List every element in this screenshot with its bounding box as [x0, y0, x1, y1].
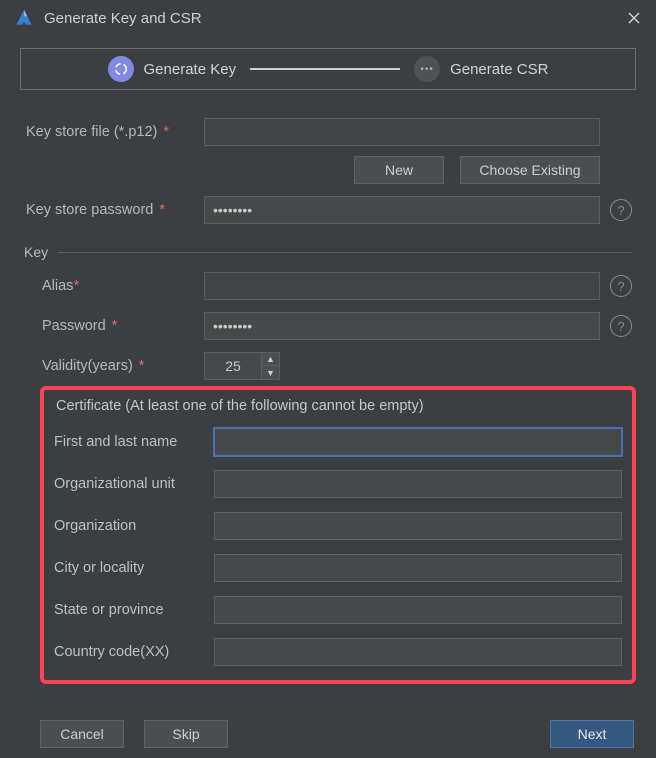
first-last-name-input[interactable] — [214, 428, 622, 456]
wizard-stepper: Generate Key ••• Generate CSR — [20, 48, 636, 90]
label-validity: Validity(years)* — [24, 358, 204, 374]
org-input[interactable] — [214, 512, 622, 540]
label-password: Password* — [24, 318, 204, 334]
key-section-label: Key — [24, 244, 48, 260]
next-button[interactable]: Next — [550, 720, 634, 748]
step-2-label: Generate CSR — [450, 61, 548, 78]
step-generate-key: Generate Key — [108, 56, 237, 82]
cancel-button[interactable]: Cancel — [40, 720, 124, 748]
label-first-last: First and last name — [54, 434, 214, 450]
spin-down-icon[interactable]: ▼ — [262, 366, 279, 379]
label-state: State or province — [54, 602, 214, 618]
row-city: City or locality — [54, 554, 622, 582]
row-validity: Validity(years)* ▲ ▼ — [24, 352, 632, 380]
password-input[interactable] — [204, 312, 600, 340]
label-keystore-password: Key store password* — [24, 202, 204, 218]
country-code-input[interactable] — [214, 638, 622, 666]
dialog-title: Generate Key and CSR — [44, 10, 622, 27]
spin-up-icon[interactable]: ▲ — [262, 353, 279, 366]
label-city: City or locality — [54, 560, 214, 576]
city-input[interactable] — [214, 554, 622, 582]
row-org: Organization — [54, 512, 622, 540]
help-icon[interactable]: ? — [610, 275, 632, 297]
row-org-unit: Organizational unit — [54, 470, 622, 498]
step-connector — [250, 68, 400, 70]
certificate-title: Certificate (At least one of the followi… — [56, 398, 622, 414]
step-1-icon — [108, 56, 134, 82]
titlebar: Generate Key and CSR — [0, 0, 656, 34]
label-org-unit: Organizational unit — [54, 476, 214, 492]
row-first-last: First and last name — [54, 428, 622, 456]
keystore-file-buttons: New Choose Existing — [24, 156, 632, 184]
keystore-file-input[interactable] — [204, 118, 600, 146]
label-alias: Alias* — [24, 278, 204, 294]
validity-input[interactable] — [204, 352, 262, 380]
help-icon[interactable]: ? — [610, 315, 632, 337]
help-icon[interactable]: ? — [610, 199, 632, 221]
step-generate-csr: ••• Generate CSR — [414, 56, 548, 82]
form-area: Key store file (*.p12)* New Choose Exist… — [0, 102, 656, 380]
row-keystore-file: Key store file (*.p12)* — [24, 118, 632, 146]
org-unit-input[interactable] — [214, 470, 622, 498]
alias-input[interactable] — [204, 272, 600, 300]
step-1-label: Generate Key — [144, 61, 237, 78]
label-org: Organization — [54, 518, 214, 534]
row-keystore-password: Key store password* ? — [24, 196, 632, 224]
label-keystore-file: Key store file (*.p12)* — [24, 124, 204, 140]
close-button[interactable] — [622, 6, 646, 30]
close-icon — [627, 11, 641, 25]
label-country: Country code(XX) — [54, 644, 214, 660]
row-state: State or province — [54, 596, 622, 624]
divider — [58, 252, 632, 253]
row-country: Country code(XX) — [54, 638, 622, 666]
new-button[interactable]: New — [354, 156, 444, 184]
app-logo-icon — [14, 8, 34, 28]
key-section-header: Key — [24, 244, 632, 260]
validity-stepper[interactable]: ▲ ▼ — [204, 352, 280, 380]
row-password: Password* ? — [24, 312, 632, 340]
certificate-panel: Certificate (At least one of the followi… — [40, 386, 636, 684]
skip-button[interactable]: Skip — [144, 720, 228, 748]
keystore-password-input[interactable] — [204, 196, 600, 224]
dialog-footer: Cancel Skip Next — [0, 720, 656, 748]
state-input[interactable] — [214, 596, 622, 624]
row-alias: Alias* ? — [24, 272, 632, 300]
step-2-icon: ••• — [414, 56, 440, 82]
choose-existing-button[interactable]: Choose Existing — [460, 156, 600, 184]
